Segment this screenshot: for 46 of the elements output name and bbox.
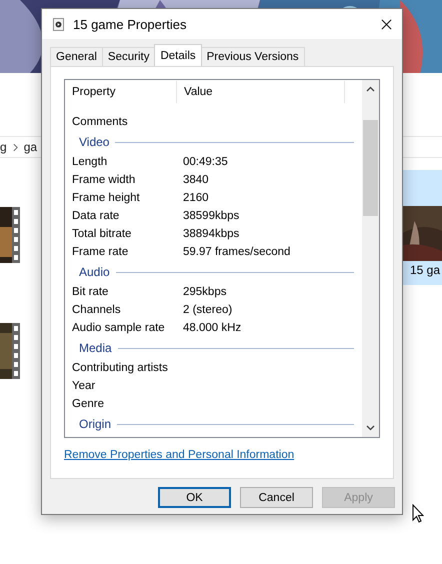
window-title: 15 game Properties xyxy=(73,16,188,32)
tab[interactable]: Details xyxy=(154,44,202,66)
property-value: 38599kbps xyxy=(183,210,240,222)
property-value: 00:49:35 xyxy=(183,156,228,168)
property-name: Frame width xyxy=(71,174,136,186)
property-name: Frame height xyxy=(71,192,141,204)
remove-properties-link[interactable]: Remove Properties and Personal Information xyxy=(64,449,380,461)
property-name: Length xyxy=(71,156,108,168)
column-header[interactable]: Property xyxy=(65,81,177,103)
breadcrumb-item[interactable]: ga xyxy=(24,140,38,154)
tab[interactable]: Previous Versions xyxy=(200,47,305,66)
property-name: Audio sample rate xyxy=(71,322,166,334)
property-value: 2160 xyxy=(183,192,209,204)
property-value: 2 (stereo) xyxy=(183,304,232,316)
cursor-icon xyxy=(412,504,424,523)
scroll-up-icon[interactable] xyxy=(366,86,375,92)
scroll-thumb[interactable] xyxy=(363,120,378,216)
close-icon[interactable] xyxy=(381,18,392,30)
property-name: Bit rate xyxy=(71,286,110,298)
property-name: Year xyxy=(71,380,96,392)
group-heading: Video xyxy=(79,135,110,149)
property-name: Data rate xyxy=(71,210,120,222)
scrollbar[interactable] xyxy=(362,80,379,437)
property-name: Channels xyxy=(71,304,122,316)
column-header[interactable]: Value xyxy=(177,81,345,103)
property-value: 295kbps xyxy=(183,286,226,298)
property-name: Comments xyxy=(71,116,129,128)
tab[interactable]: General xyxy=(50,47,103,66)
property-value: 59.97 frames/second xyxy=(183,246,290,258)
property-value: 38894kbps xyxy=(183,228,240,240)
property-value: 3840 xyxy=(183,174,209,186)
chevron-icon xyxy=(12,142,18,152)
dialog-button[interactable]: Cancel xyxy=(240,487,313,508)
video-file-icon xyxy=(53,18,64,30)
property-value: 48.000 kHz xyxy=(183,322,242,334)
property-name: Genre xyxy=(71,398,105,410)
property-name: Contributing artists xyxy=(71,362,169,374)
group-heading: Media xyxy=(79,341,112,355)
dialog-button[interactable]: OK xyxy=(158,487,231,508)
scroll-down-icon[interactable] xyxy=(366,425,375,431)
group-heading: Audio xyxy=(79,265,110,279)
file-name: 15 ga xyxy=(410,263,440,277)
breadcrumb-item[interactable]: g xyxy=(0,140,7,154)
property-name: Total bitrate xyxy=(71,228,132,240)
group-heading: Origin xyxy=(79,417,112,431)
property-name: Frame rate xyxy=(71,246,130,258)
